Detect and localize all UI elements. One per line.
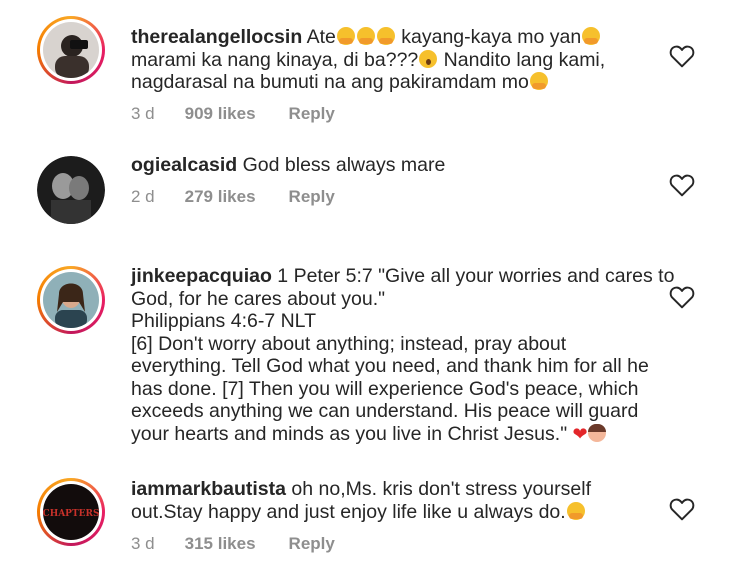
heart-outline-icon[interactable] — [669, 497, 695, 521]
comment-text: everything. Tell God what you need, and … — [131, 355, 649, 377]
comment-text: 1 Peter 5:7 "Give all your worries and c… — [271, 265, 675, 287]
red-heart-emoji-icon: ❤ — [572, 423, 588, 444]
comment-text: oh no,Ms. kris don't stress yourself — [285, 478, 591, 500]
comment-username[interactable]: therealangellocsin — [131, 26, 302, 48]
comment-text: marami ka nang kinaya, di ba??? — [131, 48, 419, 71]
avatar[interactable] — [37, 16, 105, 84]
reply-button[interactable]: Reply — [289, 104, 335, 124]
comment-text: Philippians 4:6-7 NLT — [131, 310, 316, 332]
comment-text: out.Stay happy and just enjoy life like … — [131, 500, 566, 523]
comment-text: God, for he cares about you." — [131, 287, 386, 310]
hugging-face-emoji-icon — [529, 72, 548, 90]
hugging-face-emoji-icon — [376, 27, 395, 45]
heart-outline-icon[interactable] — [669, 173, 695, 197]
hugging-face-emoji-icon — [356, 27, 375, 45]
heart-outline-icon[interactable] — [669, 285, 695, 309]
comment-username[interactable]: ogiealcasid — [131, 154, 237, 176]
comment-likes[interactable]: 315 likes — [185, 534, 256, 554]
comment-text: has done. [7] Then you will experience G… — [131, 377, 639, 400]
comment-text: [6] Don't worry about anything; instead,… — [131, 332, 567, 355]
reply-button[interactable]: Reply — [289, 534, 335, 554]
comment-text: God bless always mare — [237, 154, 446, 176]
avatar-logo-text: CHAPTERS — [43, 509, 99, 519]
comment-text: nagdarasal na bumuti na ang pakiramdam m… — [131, 71, 529, 93]
hugging-face-emoji-icon — [582, 27, 601, 45]
reply-button[interactable]: Reply — [289, 187, 335, 207]
comment-likes[interactable]: 909 likes — [185, 104, 256, 124]
astonished-face-emoji-icon — [419, 49, 438, 68]
comment-username[interactable]: jinkeepacquiao — [131, 265, 272, 287]
comment-text: kayang-kaya mo yan — [395, 26, 582, 48]
comment-text: exceeds anything we can understand. His … — [131, 400, 639, 422]
heart-outline-icon[interactable] — [669, 44, 695, 68]
comment-text: Nandito lang kami, — [438, 48, 606, 71]
comment-likes[interactable]: 279 likes — [185, 187, 256, 207]
comment-text: your hearts and minds as you live in Chr… — [131, 422, 568, 445]
comment-time: 3 d — [131, 534, 155, 553]
avatar[interactable] — [37, 266, 105, 334]
comment-time: 2 d — [131, 187, 155, 206]
comment-text: Ate — [302, 26, 336, 48]
face-palm-emoji-icon — [587, 423, 606, 442]
comment-username[interactable]: iammarkbautista — [131, 478, 286, 500]
comment-time: 3 d — [131, 104, 155, 123]
hugging-face-emoji-icon — [336, 27, 355, 45]
avatar[interactable] — [37, 156, 105, 224]
folded-hands-emoji-icon — [566, 501, 585, 520]
avatar[interactable]: CHAPTERS — [37, 478, 105, 546]
